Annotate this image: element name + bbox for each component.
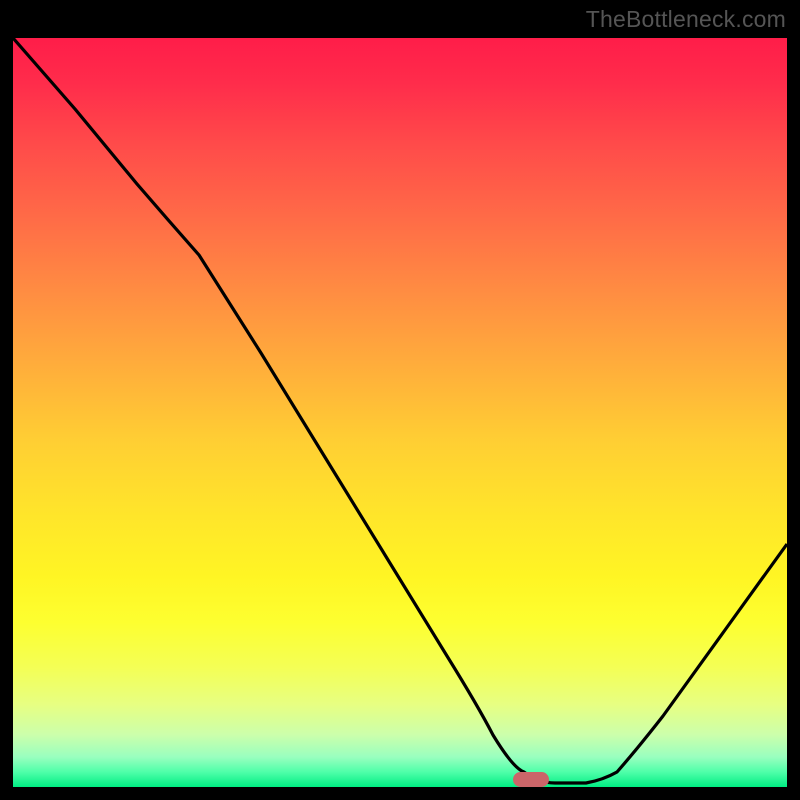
plot-area — [13, 38, 787, 787]
curve-layer — [13, 38, 787, 787]
optimal-point-marker — [513, 772, 549, 787]
bottleneck-curve — [13, 38, 787, 783]
chart-frame: TheBottleneck.com — [0, 0, 800, 800]
watermark-text: TheBottleneck.com — [586, 6, 786, 33]
